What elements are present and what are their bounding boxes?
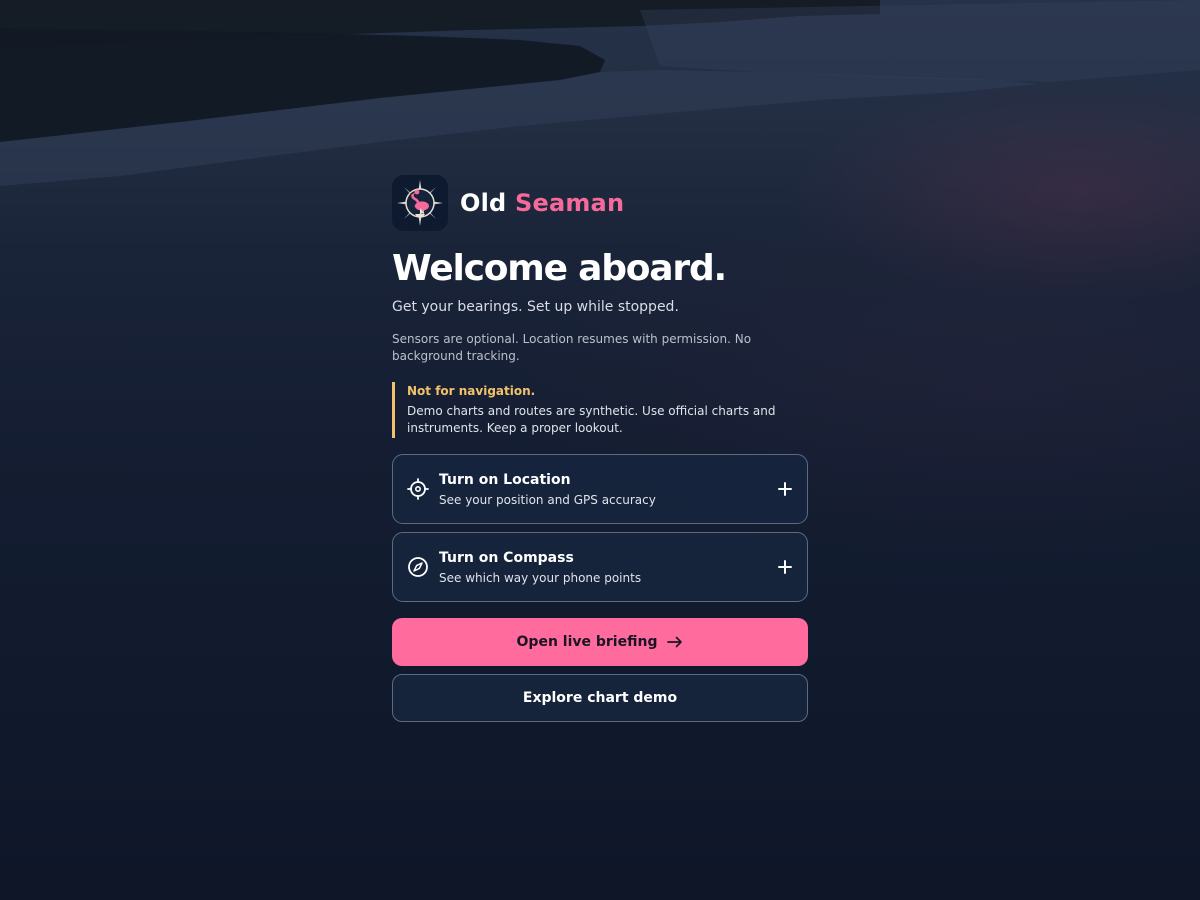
open-live-briefing-label: Open live briefing (516, 634, 658, 650)
page-title: Welcome aboard. (392, 248, 727, 289)
app-name-accent: Seaman (514, 189, 625, 217)
compass-permission-text: Turn on Compass See which way your phone… (439, 549, 777, 586)
compass-permission-title: Turn on Compass (439, 549, 574, 566)
compass-permission-button[interactable]: Turn on Compass See which way your phone… (392, 532, 808, 602)
location-permission-text: Turn on Location See your position and G… (439, 471, 777, 508)
privacy-note: Sensors are optional. Location resumes w… (392, 332, 752, 363)
app-name-primary: Old (460, 189, 507, 217)
compass-icon (405, 554, 431, 580)
compass-flamingo-logo-icon (392, 175, 448, 231)
location-permission-title: Turn on Location (439, 471, 571, 488)
navigation-warning: Not for navigation. Demo charts and rout… (392, 382, 808, 438)
explore-chart-demo-button[interactable]: Explore chart demo (392, 674, 808, 722)
open-live-briefing-button[interactable]: Open live briefing (392, 618, 808, 666)
app-name: Old Seaman (460, 189, 624, 217)
welcome-panel: Old Seaman Welcome aboard. Get your bear… (392, 175, 808, 722)
warning-title: Not for navigation. (407, 384, 536, 398)
explore-chart-demo-label: Explore chart demo (522, 690, 678, 706)
location-permission-description: See your position and GPS accuracy (439, 492, 656, 507)
plus-icon (777, 559, 793, 575)
location-permission-button[interactable]: Turn on Location See your position and G… (392, 454, 808, 524)
crosshair-icon (405, 476, 431, 502)
arrow-right-icon (667, 636, 683, 648)
page-subtitle: Get your bearings. Set up while stopped. (392, 299, 679, 315)
warning-body: Demo charts and routes are synthetic. Us… (407, 404, 776, 435)
brand-header: Old Seaman (392, 175, 808, 231)
compass-permission-description: See which way your phone points (439, 570, 642, 585)
plus-icon (777, 481, 793, 497)
